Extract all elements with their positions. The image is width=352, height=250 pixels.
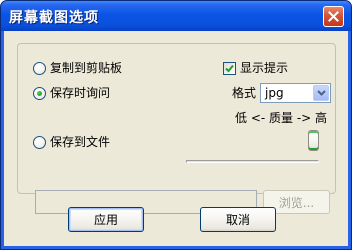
show-tips-checkbox[interactable] bbox=[223, 62, 236, 75]
close-icon bbox=[328, 11, 339, 22]
browse-button-label: 浏览... bbox=[278, 195, 315, 210]
copy-to-clipboard-label[interactable]: 复制到剪贴板 bbox=[50, 61, 122, 75]
apply-button-label: 应用 bbox=[93, 213, 118, 227]
quality-slider-track[interactable] bbox=[186, 160, 319, 163]
save-to-file-label[interactable]: 保存到文件 bbox=[50, 135, 110, 149]
format-label: 格式 bbox=[232, 86, 257, 100]
format-select-value: jpg bbox=[265, 86, 284, 100]
save-to-file-radio[interactable] bbox=[33, 136, 46, 149]
format-select[interactable]: jpg bbox=[260, 83, 331, 103]
checkmark-icon bbox=[225, 64, 234, 73]
cancel-button-label: 取消 bbox=[225, 213, 250, 227]
apply-button[interactable]: 应用 bbox=[68, 207, 144, 232]
radio-selected-dot bbox=[37, 91, 42, 96]
show-tips-label[interactable]: 显示提示 bbox=[240, 61, 288, 75]
title-bar[interactable]: 屏幕截图选项 bbox=[1, 1, 351, 31]
dialog-body: 复制到剪贴板 显示提示 保存时询问 格式 jpg 低 <- 质量 -> 高 保存… bbox=[4, 31, 348, 246]
cancel-button[interactable]: 取消 bbox=[200, 207, 276, 232]
close-button[interactable] bbox=[323, 6, 344, 27]
save-on-ask-radio[interactable] bbox=[33, 87, 46, 100]
quality-label: 低 <- 质量 -> 高 bbox=[235, 111, 328, 125]
window-title: 屏幕截图选项 bbox=[9, 10, 99, 26]
quality-slider-thumb[interactable] bbox=[308, 130, 319, 151]
copy-to-clipboard-radio[interactable] bbox=[33, 62, 46, 75]
chevron-down-icon[interactable] bbox=[313, 85, 329, 101]
dialog-window: 屏幕截图选项 复制到剪贴板 显示提示 保存时询问 格式 jpg 低 <- 质量 … bbox=[0, 0, 352, 250]
save-on-ask-label[interactable]: 保存时询问 bbox=[50, 86, 110, 100]
